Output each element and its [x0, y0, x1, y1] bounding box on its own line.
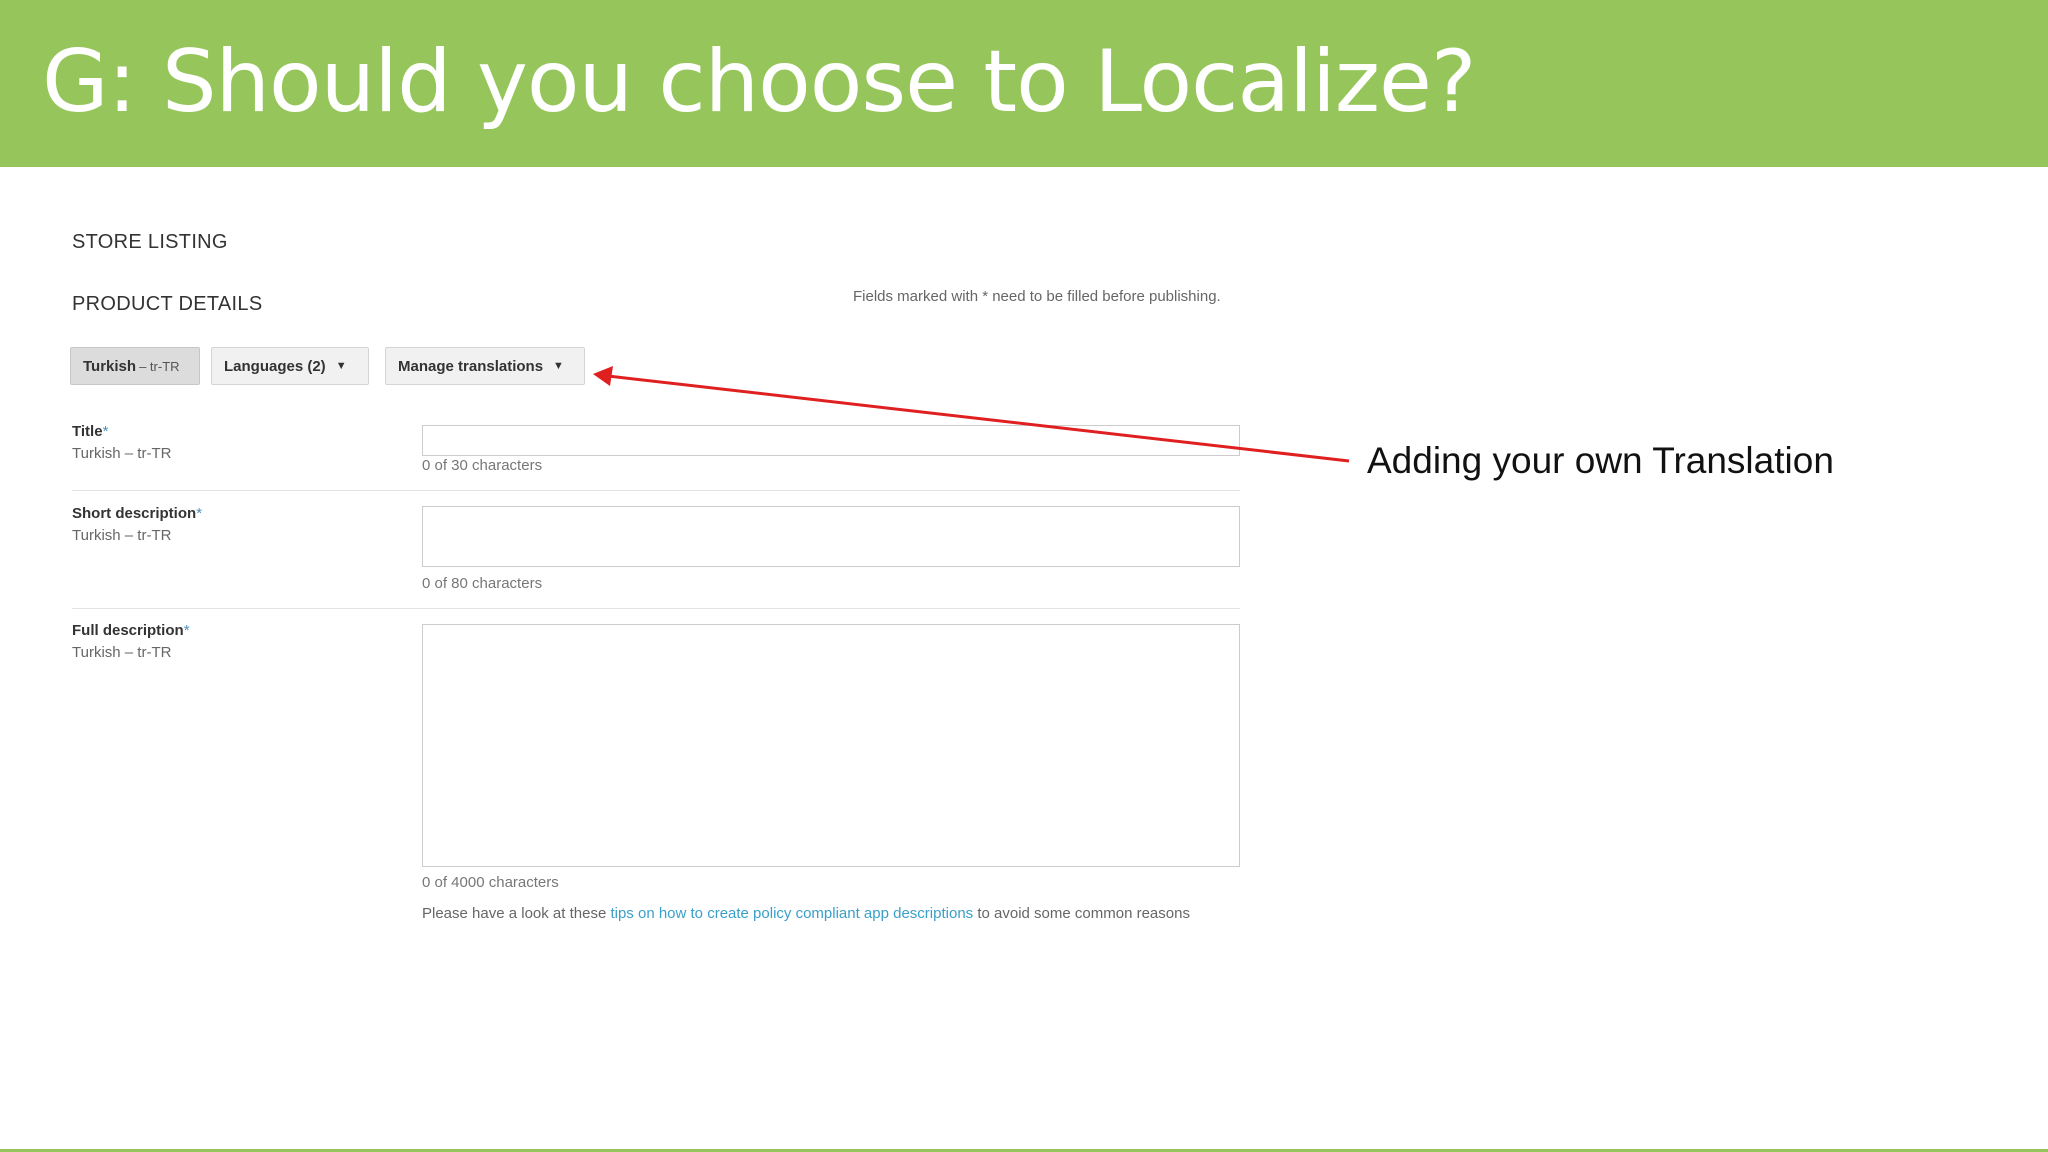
arrow-line — [607, 374, 1350, 463]
annotation-label: Adding your own Translation — [1367, 440, 1834, 481]
arrow-icon — [593, 366, 1350, 463]
arrow-head — [593, 366, 613, 386]
